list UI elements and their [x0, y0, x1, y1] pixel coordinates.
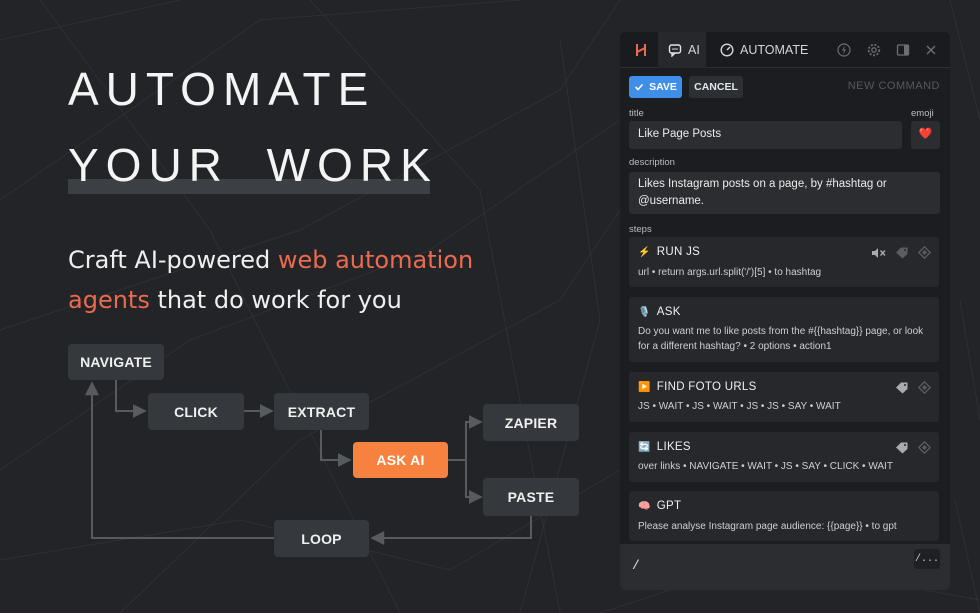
- step-card-likes[interactable]: 🔄 LIKES over links • NAVIGATE • WAIT • JS…: [629, 432, 939, 482]
- step-title: LIKES: [656, 441, 691, 453]
- command-input[interactable]: / /...: [620, 544, 950, 590]
- title-field[interactable]: Like Page Posts: [629, 121, 902, 149]
- check-icon: [635, 83, 644, 91]
- close-icon[interactable]: [923, 32, 939, 68]
- sidebar-toggle-icon[interactable]: [895, 32, 911, 68]
- step-card-find-foto-urls[interactable]: ▶️ FIND FOTO URLS JS • WAIT • JS • WAIT •…: [629, 372, 939, 422]
- gauge-icon: [720, 43, 734, 57]
- flow-node-zapier: ZAPIER: [483, 404, 579, 441]
- tab-automate[interactable]: AUTOMATE: [720, 32, 808, 68]
- step-title: GPT: [656, 500, 682, 512]
- step-card-ask[interactable]: 🎙️ ASK Do you want me to like posts from …: [629, 297, 939, 362]
- steps-label: steps: [629, 224, 652, 235]
- flow-node-click: CLICK: [148, 393, 244, 430]
- settings-gear-icon[interactable]: [866, 32, 882, 68]
- step-detail: url • return args.url.split('/')[5] • to…: [638, 267, 822, 278]
- tab-ai[interactable]: AI: [658, 32, 706, 68]
- flow-node-navigate: NAVIGATE: [68, 344, 164, 380]
- description-field[interactable]: Likes Instagram posts on a page, by #has…: [629, 172, 940, 214]
- tag-icon[interactable]: [895, 441, 909, 454]
- emoji-field[interactable]: ❤️: [911, 121, 940, 149]
- cancel-button[interactable]: CANCEL: [689, 76, 743, 98]
- new-command-button[interactable]: NEW COMMAND: [848, 80, 940, 92]
- lightning-icon: ⚡: [638, 246, 651, 258]
- flow-node-paste: PASTE: [483, 478, 579, 516]
- bolt-icon[interactable]: [836, 32, 852, 68]
- save-button[interactable]: SAVE: [629, 76, 682, 98]
- step-title: ASK: [656, 306, 681, 318]
- mute-icon[interactable]: [871, 247, 886, 259]
- step-card-gpt[interactable]: 🧠 GPT Please analyse Instagram page audie…: [629, 491, 939, 541]
- command-prompt: /: [632, 558, 640, 573]
- title-label: title: [629, 108, 644, 119]
- loop-icon: 🔄: [638, 441, 651, 453]
- play-icon: ▶️: [638, 381, 651, 393]
- tag-icon[interactable]: [895, 246, 909, 259]
- step-detail: Do you want me to like posts from the #{…: [638, 326, 924, 352]
- step-detail: JS • WAIT • JS • WAIT • JS • JS • SAY • …: [638, 401, 841, 412]
- brain-icon: 🧠: [638, 500, 651, 512]
- diamond-icon[interactable]: [918, 381, 931, 394]
- flow-node-ask-ai: ASK AI: [353, 442, 448, 478]
- tag-icon[interactable]: [895, 381, 909, 394]
- logo-icon[interactable]: [630, 32, 652, 68]
- diamond-icon[interactable]: [918, 441, 931, 454]
- emoji-label: emoji: [911, 108, 934, 119]
- step-detail: Please analyse Instagram page audience: …: [638, 521, 897, 532]
- chat-icon: [668, 44, 682, 57]
- panel-tabbar: AI AUTOMATE: [620, 32, 950, 68]
- step-title: FIND FOTO URLS: [656, 381, 757, 393]
- description-label: description: [629, 157, 675, 168]
- diamond-icon[interactable]: [918, 246, 931, 259]
- command-editor-panel: AI AUTOMATE SAVE CANCEL NEW COMMAND titl…: [620, 32, 950, 590]
- flow-node-loop: LOOP: [274, 520, 369, 557]
- flow-node-extract: EXTRACT: [274, 393, 369, 430]
- microphone-icon: 🎙️: [638, 306, 651, 318]
- step-card-run-js[interactable]: ⚡ RUN JS url • return args.url.split('/')…: [629, 237, 939, 287]
- step-title: RUN JS: [656, 246, 701, 258]
- commands-menu-button[interactable]: /...: [914, 549, 940, 569]
- step-detail: over links • NAVIGATE • WAIT • JS • SAY …: [638, 461, 893, 472]
